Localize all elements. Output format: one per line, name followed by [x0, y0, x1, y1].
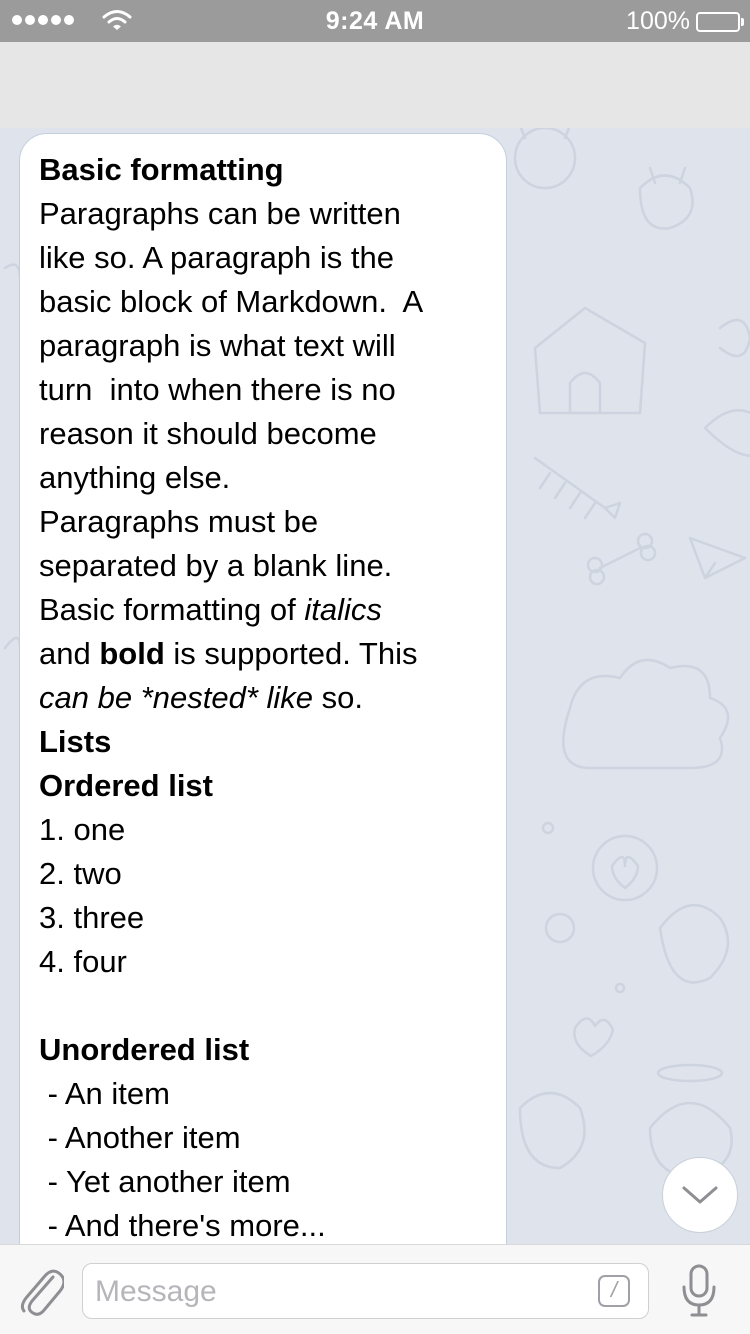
message-text: Paragraphs can be written [39, 196, 401, 231]
message-text: turn into when there is no [39, 372, 396, 407]
message-text: basic block of Markdown. A [39, 284, 424, 319]
paperclip-icon[interactable] [18, 1265, 64, 1317]
message-text: Ordered list [39, 768, 213, 803]
message-line: - Yet another item [39, 1160, 488, 1204]
battery-icon [696, 11, 744, 32]
message-text: Basic formatting [39, 152, 284, 187]
message-line: Paragraphs must be [39, 500, 488, 544]
message-bubble[interactable]: Basic formatting Paragraphs can be writte… [19, 133, 507, 1333]
message-line: can be *nested* like so. [39, 676, 488, 720]
message-text: reason it should become [39, 416, 377, 451]
scroll-to-bottom-button[interactable] [662, 1157, 738, 1233]
message-line: paragraph is what text will [39, 324, 488, 368]
message-line: basic block of Markdown. A [39, 280, 488, 324]
message-text: 2. two [39, 856, 122, 891]
message-line: and bold is supported. This [39, 632, 488, 676]
message-line: Lists [39, 720, 488, 764]
message-text: - An item [39, 1076, 170, 1111]
message-text: 1. one [39, 812, 126, 847]
message-text: - Yet another item [39, 1164, 291, 1199]
message-line: - Another item [39, 1116, 488, 1160]
commands-icon[interactable]: / [598, 1275, 630, 1307]
message-text: bold [99, 636, 165, 671]
message-input-bar: / [0, 1244, 750, 1334]
message-line: 2. two [39, 852, 488, 896]
message-line: anything else. [39, 456, 488, 500]
chat-header [0, 42, 750, 128]
message-line: Basic formatting [39, 148, 488, 192]
message-line: like so. A paragraph is the [39, 236, 488, 280]
message-text: anything else. [39, 460, 231, 495]
message-text: 3. three [39, 900, 145, 935]
message-line: 3. three [39, 896, 488, 940]
message-line: - And there's more... [39, 1204, 488, 1248]
message-text: Basic formatting of [39, 592, 305, 627]
message-text: and [39, 636, 100, 671]
message-text: 4. four [39, 944, 127, 979]
battery-status: 100% [626, 7, 744, 36]
microphone-icon[interactable] [680, 1263, 718, 1319]
message-line: Paragraphs can be written [39, 192, 488, 236]
message-text: separated by a blank line. [39, 548, 393, 583]
message-text: Paragraphs must be [39, 504, 319, 539]
message-text: is supported. This [164, 636, 418, 671]
message-text: paragraph is what text will [39, 328, 396, 363]
message-input[interactable] [93, 1264, 587, 1320]
message-line: separated by a blank line. [39, 544, 488, 588]
message-line: Unordered list [39, 1028, 488, 1072]
message-text: so. [313, 680, 363, 715]
message-text: Lists [39, 724, 112, 759]
message-text: - And there's more... [39, 1208, 326, 1243]
message-field: / [82, 1263, 649, 1320]
message-line: reason it should become [39, 412, 488, 456]
message-text: Unordered list [39, 1032, 250, 1067]
message-text: can be *nested* like [39, 680, 314, 715]
chevron-down-icon [682, 1186, 718, 1204]
message-line: 1. one [39, 808, 488, 852]
message-line: 4. four [39, 940, 488, 984]
status-bar: 9:24 AM 100% [0, 0, 750, 42]
battery-percentage: 100% [626, 7, 690, 35]
message-text: - Another item [39, 1120, 241, 1155]
message-text: italics [304, 592, 382, 627]
message-line: turn into when there is no [39, 368, 488, 412]
message-line: - An item [39, 1072, 488, 1116]
message-line [39, 984, 488, 1028]
message-text: like so. A paragraph is the [39, 240, 395, 275]
message-line: Ordered list [39, 764, 488, 808]
message-line: Basic formatting of italics [39, 588, 488, 632]
